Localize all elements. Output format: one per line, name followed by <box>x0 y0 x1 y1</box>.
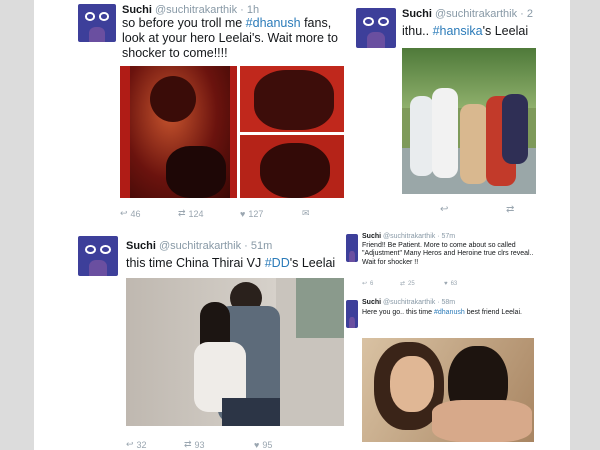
tweet-time[interactable]: · 51m <box>244 240 272 252</box>
tweet-photo-1[interactable] <box>120 66 237 198</box>
tweet-photo-2[interactable] <box>240 66 344 132</box>
retweet-icon: ⇄ <box>400 281 406 287</box>
user-name[interactable]: Suchi <box>362 299 381 306</box>
user-name[interactable]: Suchi <box>362 233 381 240</box>
retweet-button[interactable]: ⇄ 93 <box>184 439 254 450</box>
user-handle[interactable]: @suchitrakarthik <box>383 233 435 240</box>
user-handle[interactable]: @suchitrakarthik <box>155 4 237 16</box>
retweet-icon: ⇄ <box>184 439 192 449</box>
tweet-photo[interactable] <box>402 48 536 194</box>
hashtag-link[interactable]: #hansika <box>433 24 483 38</box>
user-handle[interactable]: @suchitrakarthik <box>159 240 241 252</box>
tweet-actions: ↩ ⇄ <box>440 204 560 215</box>
hashtag-link[interactable]: #dhanush <box>246 16 301 30</box>
heart-icon: ♥ <box>240 208 246 219</box>
tweet-actions: ↩ 32 ⇄ 93 ♥ 95 <box>126 439 344 450</box>
user-handle[interactable]: @suchitrakarthik <box>435 8 517 20</box>
tweet-2[interactable]: Suchi @suchitrakarthik · 2 ithu.. #hansi… <box>352 0 570 230</box>
retweet-button[interactable]: ⇄ <box>506 204 517 215</box>
user-name[interactable]: Suchi <box>402 8 432 20</box>
retweet-icon: ⇄ <box>506 204 515 215</box>
retweet-icon: ⇄ <box>178 208 186 218</box>
tweet-time[interactable]: · 1h <box>240 4 259 16</box>
reply-icon: ↩ <box>126 439 134 449</box>
glasses-icon <box>85 244 111 254</box>
user-handle[interactable]: @suchitrakarthik <box>383 299 435 306</box>
reply-button[interactable]: ↩ 46 <box>120 208 178 219</box>
more-icon: ✉ <box>302 208 310 218</box>
tweet-actions: ↩ 46 ⇄ 124 ♥ 127 ✉ <box>120 208 344 219</box>
avatar[interactable] <box>78 4 116 42</box>
retweet-button[interactable]: ⇄ 25 <box>400 280 444 288</box>
tweet-text: Friend!! Be Patient. More to come about … <box>362 242 534 266</box>
avatar[interactable] <box>346 234 358 262</box>
tweet-time[interactable]: · 2 <box>520 8 533 20</box>
tweet-1[interactable]: Suchi @suchitrakarthik · 1h so before yo… <box>34 0 344 230</box>
like-button[interactable]: ♥ 127 <box>240 209 302 219</box>
tweet-photo[interactable] <box>126 278 344 426</box>
tweet-collage: Suchi @suchitrakarthik · 1h so before yo… <box>34 0 570 450</box>
user-name[interactable]: Suchi <box>122 4 152 16</box>
tweet-5[interactable]: Suchi @suchitrakarthik · 58m Here you go… <box>346 296 570 450</box>
tweet-text: this time China Thirai VJ #DD's Leelai <box>126 256 336 270</box>
tweet-text: ithu.. #hansika's Leelai <box>402 24 529 38</box>
glasses-icon <box>363 16 389 26</box>
reply-button[interactable]: ↩ <box>440 204 506 215</box>
user-name[interactable]: Suchi <box>126 240 156 252</box>
reply-button[interactable]: ↩ 6 <box>362 280 400 288</box>
reply-icon: ↩ <box>120 208 128 218</box>
tweet-text: so before you troll me #dhanush fans, lo… <box>122 16 338 60</box>
heart-icon: ♥ <box>444 280 448 287</box>
tweet-photo[interactable] <box>362 338 534 442</box>
hashtag-link[interactable]: #dhanush <box>434 309 465 316</box>
heart-icon: ♥ <box>254 439 260 450</box>
tweet-actions: ↩ 6 ⇄ 25 ♥ 63 <box>362 280 552 288</box>
avatar[interactable] <box>356 8 396 48</box>
tweet-3[interactable]: Suchi @suchitrakarthik · 51m this time C… <box>34 232 344 450</box>
tweet-time[interactable]: · 58m <box>437 299 455 306</box>
avatar[interactable] <box>78 236 118 276</box>
retweet-button[interactable]: ⇄ 124 <box>178 208 240 219</box>
like-button[interactable]: ♥ 95 <box>254 440 318 450</box>
like-button[interactable]: ♥ 63 <box>444 281 488 287</box>
hashtag-link[interactable]: #DD <box>265 256 290 270</box>
glasses-icon <box>84 12 110 21</box>
reply-icon: ↩ <box>362 281 368 287</box>
tweet-4[interactable]: Suchi @suchitrakarthik · 57m Friend!! Be… <box>346 230 570 292</box>
tweet-time[interactable]: · 57m <box>437 233 455 240</box>
avatar[interactable] <box>346 300 358 328</box>
reply-button[interactable]: ↩ 32 <box>126 439 184 450</box>
more-button[interactable]: ✉ <box>302 208 313 219</box>
reply-icon: ↩ <box>440 204 449 215</box>
tweet-text: Here you go.. this time #dhanush best fr… <box>362 309 522 316</box>
tweet-photo-3[interactable] <box>240 135 344 198</box>
